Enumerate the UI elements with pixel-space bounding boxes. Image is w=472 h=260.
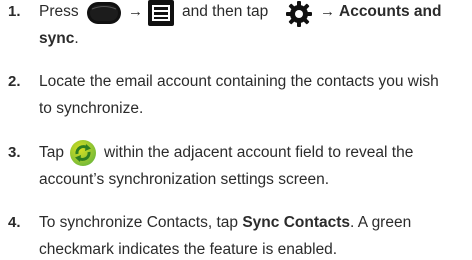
power-button-icon	[86, 0, 122, 26]
step-number: 2.	[8, 73, 21, 90]
step-text: Press	[39, 3, 79, 21]
sync-icon	[69, 139, 97, 167]
step-number: 4.	[8, 214, 21, 231]
arrow-1: →	[128, 3, 143, 20]
step-number: 1.	[8, 3, 21, 20]
step-text-line1: To synchronize Contacts, tap Sync Contac…	[39, 214, 412, 231]
step-text-line2: account’s synchronization settings scree…	[39, 171, 330, 188]
step-text-line2: to synchronize.	[39, 100, 144, 117]
menu-key-icon	[148, 0, 174, 26]
and-then-tap-text: and then tap	[182, 3, 269, 20]
step-text-line2: checkmark indicates the feature is enabl…	[39, 241, 338, 258]
step-text-line1: within the adjacent account field to rev…	[104, 144, 414, 161]
tap-text: Tap	[39, 144, 64, 161]
settings-gear-icon	[285, 0, 313, 28]
press-text: Press	[39, 3, 79, 20]
step-text-line2: sync.	[39, 30, 79, 47]
step-text-line1: Locate the email account containing the …	[39, 73, 439, 90]
arrow-2: →	[320, 3, 335, 20]
accounts-and-sync-label: Accounts and	[339, 3, 442, 20]
sync-contacts-label: Sync Contacts	[242, 214, 351, 231]
step-number: 3.	[8, 144, 21, 161]
